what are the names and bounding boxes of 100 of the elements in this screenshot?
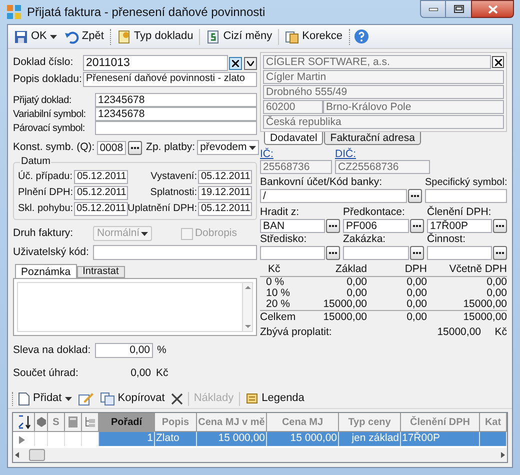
scroll-up-icon [244,286,250,289]
caret-icon [141,232,148,236]
browse-button[interactable] [128,140,142,154]
input-field[interactable] [260,246,325,260]
input-field[interactable]: 17Ř00P [427,219,492,233]
close-icon [488,4,498,14]
browse-button[interactable] [408,189,422,203]
input-field[interactable]: 19.12.2011 [198,186,252,200]
toolbar-button[interactable]: Kopírovat [98,390,166,407]
tab[interactable]: Intrastat [76,266,125,278]
payment-dropdown[interactable]: převodem [197,140,259,155]
help-icon[interactable] [354,29,369,44]
toolbar-button[interactable]: Typ dokladu [114,26,196,46]
app-icon [6,4,22,20]
copy-icon [100,392,115,406]
column-header[interactable]: Pořadí [99,413,155,432]
maximize-button[interactable] [446,0,471,18]
input-field[interactable]: PF006 [343,219,409,233]
input-field[interactable]: 60200 [263,100,323,114]
table-cell-text: 0,00 [346,277,367,288]
field-label: Hradit z: [260,206,300,219]
calculator-icon [68,416,78,428]
toolbar-button[interactable]: Zpět [62,26,106,46]
table-cell [480,432,507,446]
input-field[interactable] [95,121,257,135]
browse-button[interactable] [493,219,507,233]
input-field[interactable]: Drobného 555/49 [263,85,504,99]
field-label: Zbývá proplatit: [260,326,332,339]
input-field[interactable]: Cígler Martin [263,70,504,84]
input-field[interactable] [343,246,409,260]
input-field[interactable]: CÍGLER SOFTWARE, a.s. [263,55,491,69]
documents-icon [285,30,300,44]
column-header[interactable] [13,413,35,432]
input-field[interactable] [427,246,492,260]
close-button[interactable] [471,0,514,18]
input-field[interactable]: CZ25568736 [335,160,430,174]
input-field[interactable]: 12345678 [95,93,257,107]
clear-button[interactable] [229,56,242,70]
field-label: Plnění DPH: [18,186,74,200]
table-cell-text: 20 % [265,299,291,310]
clear-button[interactable] [492,56,504,68]
caret-icon [248,146,256,150]
field-label: % [157,342,166,358]
table-cell: 17Ř00P [401,432,480,446]
input-field[interactable]: 0,00 [95,343,153,358]
minimize-button[interactable] [420,0,446,18]
input-field[interactable]: Česká republika [263,115,504,129]
input-field[interactable]: BAN [260,219,325,233]
tab[interactable]: Poznámka [15,264,77,278]
table-cell-text: 0,00 [406,288,427,299]
delete-button[interactable] [170,392,184,404]
input-field[interactable]: 2011013 [83,55,228,71]
horizontal-scrollbar[interactable] [13,448,507,462]
input-field[interactable]: / [260,189,407,203]
chevron-icon [247,60,254,66]
input-field[interactable]: 05.12.2011 [74,170,128,184]
input-field[interactable]: 12345678 [95,107,257,121]
browse-button[interactable] [493,246,507,260]
field-label: Sleva na doklad: [13,342,91,358]
field-label: Uplatnění DPH: [128,202,198,216]
input-field[interactable]: 05.12.2011 [74,202,128,216]
delete-icon [170,392,183,404]
clear-icon [494,58,502,66]
tree-icon [84,416,96,428]
dropdown-button[interactable] [244,56,257,70]
column-header: DPH [404,263,427,276]
scroll-thumb[interactable] [29,449,45,461]
tab[interactable]: Fakturační adresa [324,132,421,145]
toolbar-button[interactable]: OK [12,26,59,46]
caret-icon [64,396,72,400]
browse-button[interactable] [326,246,340,260]
browse-button[interactable] [326,219,340,233]
minimize-icon [428,8,438,10]
tab[interactable]: Dodavatel [264,132,324,145]
scrollbar[interactable] [243,282,253,332]
input-field[interactable]: 05.12.2011 [198,170,252,184]
input-field[interactable] [93,245,257,260]
browse-button[interactable] [410,219,424,233]
table-cell-text: 0,00 [346,288,367,299]
note-field[interactable] [17,282,243,332]
caret-icon [50,34,57,38]
edit-button[interactable] [76,392,95,406]
toolbar-button[interactable]: Cizí měny [204,26,274,46]
undo-icon [64,30,79,44]
toolbar-button[interactable]: Legenda [244,390,306,407]
input-field[interactable]: Přenesení daňové povinnosti - zlato [83,72,257,87]
input-field[interactable]: Brno-Královo Pole [323,100,504,114]
field-label: Variabilní symbol: [13,108,87,122]
table-cell-text: 10 % [265,288,291,299]
table-cell: jen základ [339,432,401,446]
input-field[interactable]: 05.12.2011 [198,202,252,216]
input-field[interactable]: 0008 [96,140,126,154]
toolbar-button[interactable]: Korekce [283,26,345,46]
field-label: Splatnosti: [149,186,198,200]
input-field[interactable]: 05.12.2011 [74,186,128,200]
input-field[interactable]: 25568736 [260,160,332,174]
input-field[interactable] [425,189,507,203]
toolbar-button[interactable]: Přidat [17,390,73,407]
field-label: IČ: [260,148,274,160]
browse-button[interactable] [410,246,424,260]
